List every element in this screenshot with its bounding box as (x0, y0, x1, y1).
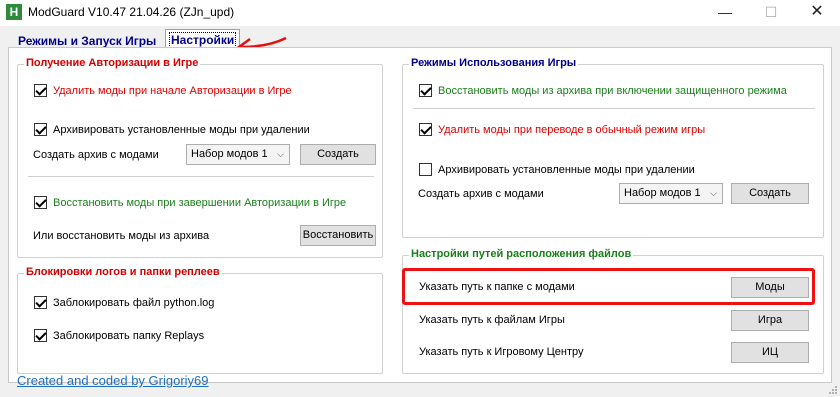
gamecenter-path-label: Указать путь к Игровому Центру (419, 346, 584, 358)
restore-on-auth-end-option[interactable]: Восстановить моды при завершении Авториз… (34, 196, 346, 209)
block-group-title: Блокировки логов и папки реплеев (24, 266, 222, 278)
game-path-button[interactable]: Игра (731, 310, 809, 331)
modset-select-value: Набор модов 1 (624, 187, 701, 199)
remove-on-normal-checkbox[interactable] (419, 123, 432, 136)
archive-on-remove-option[interactable]: Архивировать установленные моды при удал… (419, 163, 695, 176)
block-python-log-checkbox[interactable] (34, 296, 47, 309)
app-icon: H (6, 4, 22, 20)
maximize-button[interactable]: ☐ (748, 0, 794, 26)
or-restore-label: Или восстановить моды из архива (33, 230, 210, 242)
usage-group-title: Режимы Использования Игры (409, 57, 579, 69)
archive-on-remove-checkbox[interactable] (419, 163, 432, 176)
remove-on-normal-label: Удалить моды при переводе в обычный режи… (438, 123, 706, 136)
game-path-label: Указать путь к файлам Игры (419, 314, 565, 326)
restore-on-protected-checkbox[interactable] (419, 84, 432, 97)
tab-settings-label: Настройки (168, 32, 237, 48)
close-button[interactable]: ✕ (794, 0, 840, 26)
archive-on-remove-label: Архивировать установленные моды при удал… (53, 123, 310, 136)
create-archive-label: Создать архив с модами (33, 149, 159, 161)
create-archive-button[interactable]: Создать (300, 144, 376, 165)
highlight-annotation (402, 268, 815, 305)
block-replays-option[interactable]: Заблокировать папку Replays (34, 329, 204, 342)
modset-select-value: Набор модов 1 (191, 148, 268, 160)
archive-on-remove-label: Архивировать установленные моды при удал… (438, 163, 695, 176)
resize-grip-icon[interactable] (827, 384, 837, 394)
restore-on-auth-end-label: Восстановить моды при завершении Авториз… (53, 196, 347, 209)
remove-mods-on-auth-checkbox[interactable] (34, 84, 47, 97)
chevron-down-icon: ⌵ (277, 149, 284, 159)
restore-button[interactable]: Восстановить (300, 225, 376, 246)
block-python-log-option[interactable]: Заблокировать файл python.log (34, 296, 214, 309)
archive-on-remove-option[interactable]: Архивировать установленные моды при удал… (34, 123, 310, 136)
client-area: Режимы и Запуск Игры Настройки Получение… (0, 26, 840, 397)
credits-link[interactable]: Created and coded by Grigoriy69 (17, 373, 209, 388)
modset-select[interactable]: Набор модов 1 ⌵ (619, 183, 723, 204)
settings-panel: Получение Авторизации в Игре Удалить мод… (8, 47, 832, 383)
divider (413, 108, 815, 109)
minimize-button[interactable]: — (702, 0, 748, 26)
modset-select[interactable]: Набор модов 1 ⌵ (186, 144, 290, 165)
remove-mods-on-auth-option[interactable]: Удалить моды при начале Авторизации в Иг… (34, 84, 292, 97)
auth-group-title: Получение Авторизации в Игре (24, 57, 201, 69)
restore-on-auth-end-checkbox[interactable] (34, 196, 47, 209)
restore-on-protected-option[interactable]: Восстановить моды из архива при включени… (419, 84, 787, 97)
chevron-down-icon: ⌵ (710, 188, 717, 198)
tab-settings[interactable]: Настройки (165, 29, 241, 49)
create-archive-label: Создать архив с модами (418, 188, 544, 200)
window-title: ModGuard V10.47 21.04.26 (ZJn_upd) (28, 5, 235, 19)
gamecenter-path-button[interactable]: ИЦ (731, 342, 809, 363)
block-replays-checkbox[interactable] (34, 329, 47, 342)
remove-mods-on-auth-label: Удалить моды при начале Авторизации в Иг… (53, 84, 292, 97)
block-replays-label: Заблокировать папку Replays (53, 329, 205, 342)
block-group: Блокировки логов и папки реплеев Заблоки… (17, 266, 383, 374)
auth-group: Получение Авторизации в Игре Удалить мод… (17, 57, 383, 258)
usage-group: Режимы Использования Игры Восстановить м… (402, 57, 824, 238)
block-python-log-label: Заблокировать файл python.log (53, 296, 215, 309)
divider (28, 176, 374, 177)
title-bar: H ModGuard V10.47 21.04.26 (ZJn_upd) — ☐… (0, 0, 840, 26)
remove-on-normal-option[interactable]: Удалить моды при переводе в обычный режи… (419, 123, 705, 136)
archive-on-remove-checkbox[interactable] (34, 123, 47, 136)
create-archive-button[interactable]: Создать (731, 183, 809, 204)
paths-group-title: Настройки путей расположения файлов (409, 248, 634, 260)
restore-on-protected-label: Восстановить моды из архива при включени… (438, 84, 787, 97)
